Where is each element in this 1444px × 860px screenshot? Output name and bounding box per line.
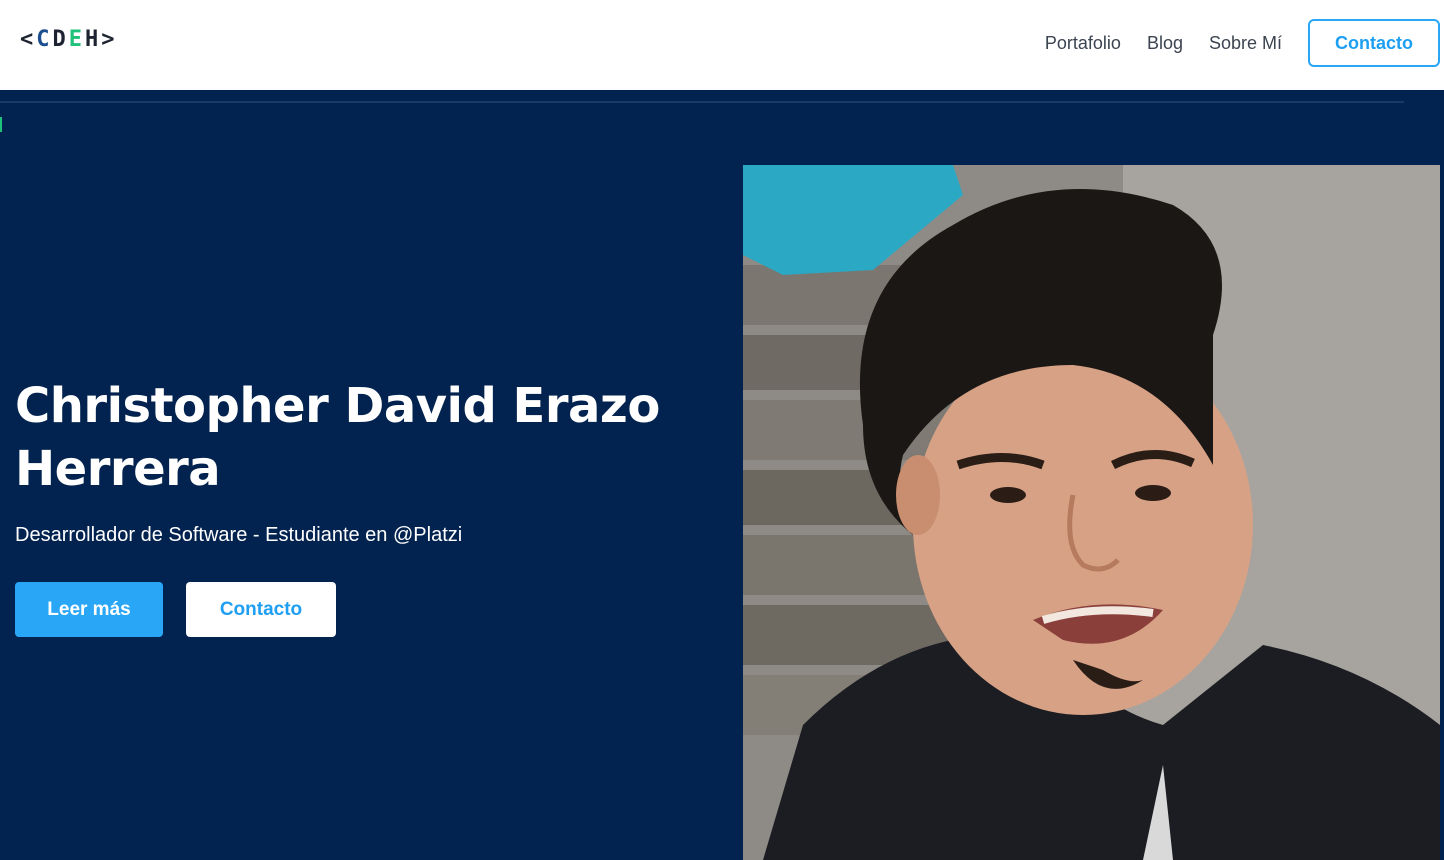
logo-letter-h: H	[85, 27, 102, 52]
main-nav: Portafolio Blog Sobre Mí Contacto	[1045, 19, 1440, 67]
logo-letter-c: C	[36, 27, 53, 52]
hero-subtitle: Desarrollador de Software - Estudiante e…	[15, 524, 463, 546]
read-more-button[interactable]: Leer más	[15, 582, 163, 637]
nav-link-blog[interactable]: Blog	[1147, 33, 1183, 54]
site-logo[interactable]: <CDEH>	[20, 27, 118, 52]
hero-contact-button[interactable]: Contacto	[186, 582, 336, 637]
nav-link-about[interactable]: Sobre Mí	[1209, 33, 1282, 54]
hero-divider	[0, 101, 1404, 103]
logo-bracket-close: >	[101, 27, 118, 52]
nav-contact-button[interactable]: Contacto	[1308, 19, 1440, 67]
logo-letter-d: D	[52, 27, 69, 52]
profile-photo-illustration	[743, 165, 1440, 860]
profile-photo	[743, 165, 1440, 860]
hero-title: Christopher David Erazo Herrera	[15, 378, 660, 497]
logo-letter-e: E	[68, 27, 85, 52]
logo-bracket-open: <	[20, 27, 37, 52]
scroll-marker	[0, 117, 2, 132]
hero-section: Christopher David Erazo Herrera Desarrol…	[0, 90, 1444, 860]
nav-link-portfolio[interactable]: Portafolio	[1045, 33, 1121, 54]
site-header: <CDEH> Portafolio Blog Sobre Mí Contacto	[0, 0, 1444, 90]
